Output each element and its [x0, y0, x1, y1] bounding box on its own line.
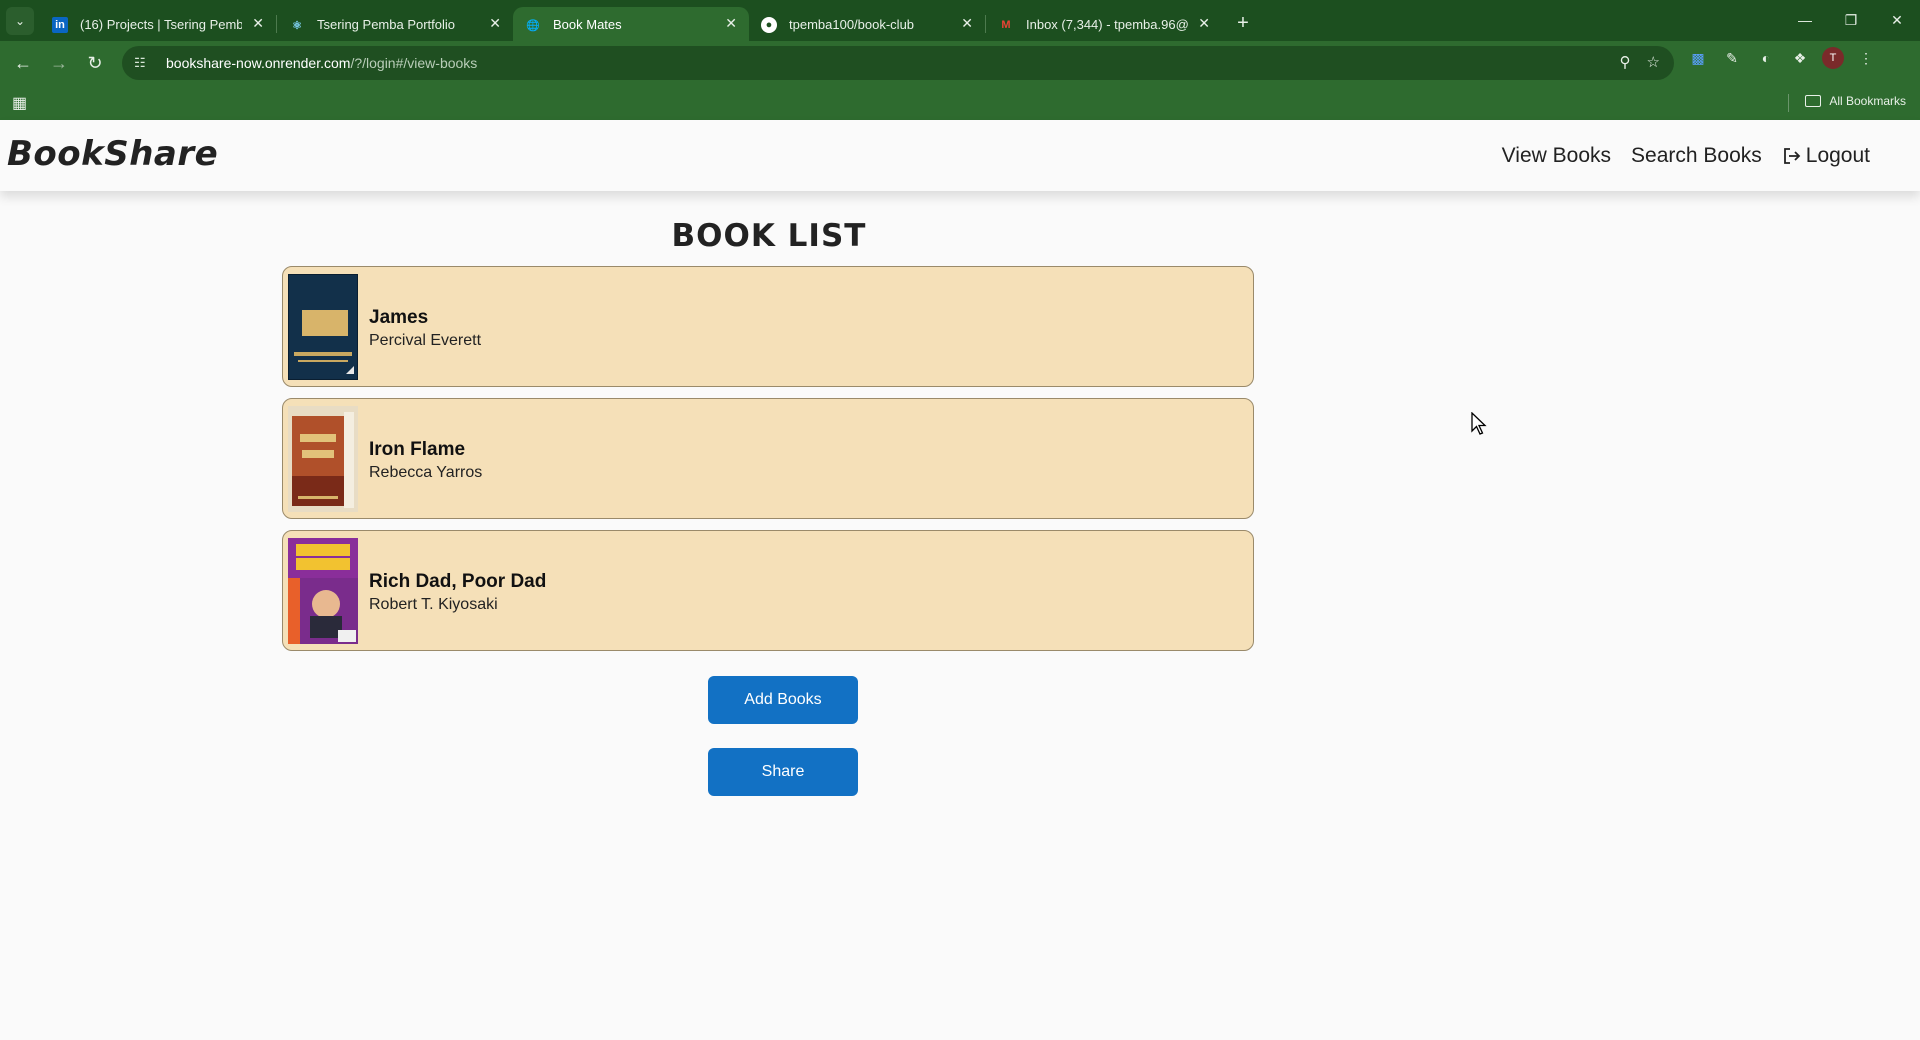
logout-label: Logout	[1805, 144, 1870, 167]
globe-icon: 🌐	[526, 19, 540, 32]
browser-tab-portfolio[interactable]: ⚛ Tsering Pemba Portfolio ✕	[277, 7, 513, 41]
tab-title: Inbox (7,344) - tpemba.96@gm	[1026, 16, 1188, 32]
rich-dad-cover	[288, 538, 358, 644]
book-card[interactable]: Rich Dad, Poor Dad Robert T. Kiyosaki	[282, 530, 1254, 651]
extension-chart-icon[interactable]: ▩	[1686, 46, 1710, 70]
gmail-icon: M	[1001, 19, 1011, 31]
book-card[interactable]: Iron Flame Rebecca Yarros	[282, 398, 1254, 519]
address-bar[interactable]: ☷ bookshare-now.onrender.com/?/login#/vi…	[122, 46, 1674, 80]
browser-tab-book-mates[interactable]: 🌐 Book Mates ✕	[513, 7, 749, 41]
bookmarks-divider	[1788, 94, 1789, 112]
site-header: BookShare View Books Search Books Logout	[0, 120, 1920, 191]
folder-icon	[1805, 95, 1822, 107]
book-info: James Percival Everett	[369, 307, 481, 350]
restore-icon[interactable]: ❐	[1828, 0, 1874, 40]
extensions-area: ▩ ✎ ◐ ❖ T ⋮	[1686, 46, 1878, 70]
profile-avatar[interactable]: T	[1822, 47, 1844, 69]
page-title: BOOK LIST	[671, 218, 867, 254]
close-tab-icon[interactable]: ✕	[961, 15, 973, 32]
share-button[interactable]: Share	[708, 748, 858, 796]
book-title: Iron Flame	[369, 439, 466, 460]
browser-menu-kebab-icon[interactable]: ⋮	[1854, 46, 1878, 70]
minimize-icon[interactable]: —	[1782, 0, 1828, 40]
browser-tab-github[interactable]: ● tpemba100/book-club ✕	[749, 7, 985, 41]
main-nav: View Books Search Books Logout	[1502, 144, 1870, 168]
browser-toolbar: ← → ↻ ☷ bookshare-now.onrender.com/?/log…	[0, 41, 1920, 85]
github-icon: ●	[761, 17, 777, 33]
extensions-puzzle-icon[interactable]: ❖	[1788, 46, 1812, 70]
all-bookmarks-label: All Bookmarks	[1829, 94, 1906, 108]
extension-toggle-icon[interactable]: ◐	[1754, 46, 1778, 70]
tab-title: Tsering Pemba Portfolio	[317, 16, 456, 32]
all-bookmarks-button[interactable]: All Bookmarks	[1805, 94, 1906, 108]
web-page: BookShare View Books Search Books Logout…	[0, 120, 1920, 1040]
forward-arrow-icon[interactable]: →	[42, 46, 76, 80]
book-info: Rich Dad, Poor Dad Robert T. Kiyosaki	[369, 571, 546, 614]
brand-logo[interactable]: BookShare	[7, 134, 218, 174]
linkedin-icon: in	[52, 17, 68, 33]
book-info: Iron Flame Rebecca Yarros	[369, 439, 482, 482]
iron-flame-cover	[288, 406, 358, 512]
browser-tab-gmail[interactable]: M Inbox (7,344) - tpemba.96@gm ✕	[986, 7, 1222, 41]
book-list: James Percival Everett Iron Flame Rebecc…	[282, 266, 1254, 662]
book-title: Rich Dad, Poor Dad	[369, 571, 547, 592]
window-controls: — ❐ ✕	[1782, 0, 1920, 40]
nav-view-books[interactable]: View Books	[1502, 144, 1611, 168]
add-books-button[interactable]: Add Books	[708, 676, 858, 724]
close-tab-icon[interactable]: ✕	[489, 15, 501, 32]
logout-icon	[1783, 148, 1801, 164]
book-author: Robert T. Kiyosaki	[369, 596, 498, 613]
close-window-icon[interactable]: ✕	[1874, 0, 1920, 40]
nav-search-books[interactable]: Search Books	[1631, 144, 1762, 168]
password-key-icon[interactable]: ⚲	[1620, 53, 1631, 71]
bookmarks-bar: ▦ All Bookmarks	[0, 85, 1920, 120]
book-author: Rebecca Yarros	[369, 464, 483, 481]
reload-icon[interactable]: ↻	[78, 46, 112, 80]
book-card[interactable]: James Percival Everett	[282, 266, 1254, 387]
mouse-cursor-icon	[1471, 412, 1487, 435]
tab-title: Book Mates	[553, 16, 622, 32]
browser-tab-linkedin[interactable]: in (16) Projects | Tsering Pemba | L ✕	[40, 7, 276, 41]
tab-search-chevron-icon[interactable]: ⌄	[6, 7, 34, 35]
react-icon: ⚛	[292, 19, 302, 32]
site-info-icon[interactable]: ☷	[134, 55, 154, 71]
close-tab-icon[interactable]: ✕	[252, 15, 264, 32]
book-title: James	[369, 307, 429, 328]
new-tab-plus-icon[interactable]: +	[1228, 8, 1258, 38]
address-url[interactable]: bookshare-now.onrender.com/?/login#/view…	[166, 55, 477, 71]
extension-pen-icon[interactable]: ✎	[1720, 46, 1744, 70]
back-arrow-icon[interactable]: ←	[6, 46, 40, 80]
james-cover	[288, 274, 358, 380]
book-author: Percival Everett	[369, 332, 482, 349]
tab-title: tpemba100/book-club	[789, 16, 915, 32]
tab-title: (16) Projects | Tsering Pemba | L	[80, 16, 242, 32]
bookmark-star-icon[interactable]: ☆	[1647, 53, 1660, 71]
browser-tab-strip: ⌄ in (16) Projects | Tsering Pemba | L ✕…	[0, 0, 1920, 41]
apps-grid-icon[interactable]: ▦	[12, 93, 27, 113]
close-tab-icon[interactable]: ✕	[725, 15, 737, 32]
address-bar-actions: ⚲ ☆	[1620, 53, 1660, 71]
close-tab-icon[interactable]: ✕	[1198, 15, 1210, 32]
nav-logout[interactable]: Logout	[1782, 144, 1870, 168]
